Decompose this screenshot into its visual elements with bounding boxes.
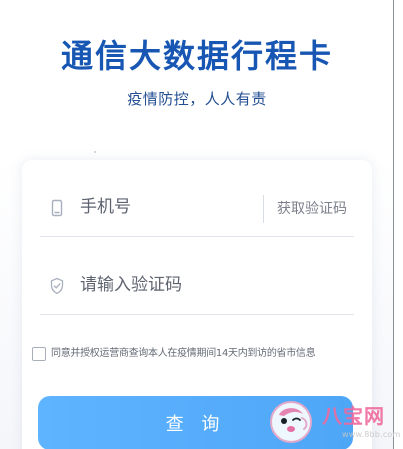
- verification-code-row: [40, 258, 354, 315]
- window-edge: [393, 0, 403, 449]
- verification-code-input[interactable]: [80, 268, 340, 302]
- trip-card-login-page: 通信大数据行程卡 疫情防控，人人有责 获取验证码: [0, 0, 403, 449]
- phone-icon: [47, 198, 67, 218]
- phone-field-row: 获取验证码: [40, 180, 354, 237]
- page-title: 通信大数据行程卡: [60, 37, 333, 75]
- get-code-button[interactable]: 获取验证码: [277, 197, 347, 221]
- get-code-divider: [263, 195, 264, 223]
- consent-text: 同意并授权运营商查询本人在疫情期间14天内到访的省市信息: [51, 348, 316, 359]
- baby-face-logo: [270, 401, 312, 443]
- page-subtitle: 疫情防控，人人有责: [127, 90, 267, 108]
- authorization-consent[interactable]: 同意并授权运营商查询本人在疫情期间14天内到访的省市信息: [32, 344, 367, 364]
- watermark-brand: 八宝网: [322, 404, 385, 428]
- phone-number-input[interactable]: [80, 190, 270, 224]
- consent-checkbox[interactable]: [32, 347, 46, 361]
- brand-watermark: 八宝网 www.8bb.com: [266, 397, 403, 449]
- shield-check-icon: [47, 276, 67, 296]
- watermark-domain: www.8bb.com: [342, 430, 401, 439]
- decorative-dot: [94, 151, 96, 153]
